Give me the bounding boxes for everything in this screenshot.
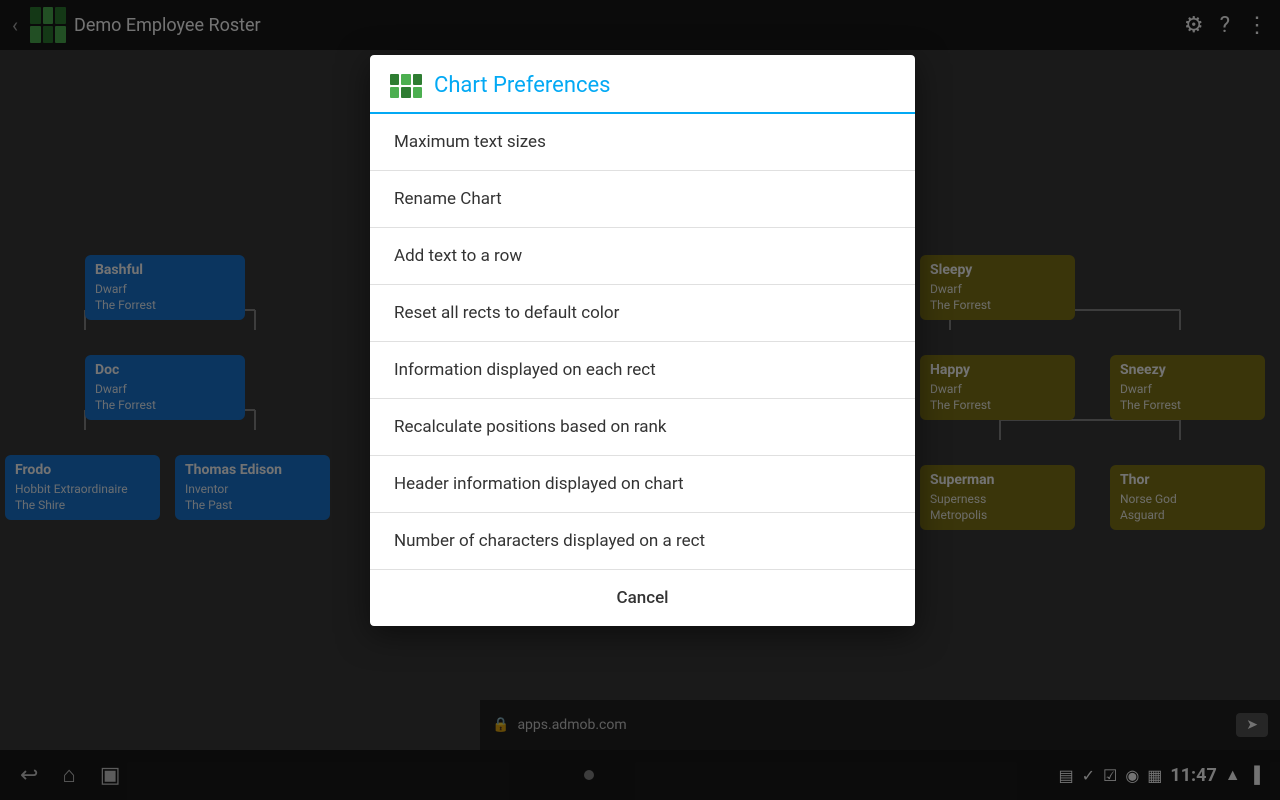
cancel-button[interactable]: Cancel bbox=[370, 570, 915, 626]
menu-item-info-each-rect[interactable]: Information displayed on each rect bbox=[370, 342, 915, 399]
logo-cell bbox=[413, 74, 422, 85]
dialog-list: Maximum text sizes Rename Chart Add text… bbox=[370, 114, 915, 570]
menu-item-num-chars[interactable]: Number of characters displayed on a rect bbox=[370, 513, 915, 570]
dialog-logo bbox=[390, 74, 422, 98]
menu-item-add-text-row[interactable]: Add text to a row bbox=[370, 228, 915, 285]
menu-item-max-text-sizes[interactable]: Maximum text sizes bbox=[370, 114, 915, 171]
dialog-title: Chart Preferences bbox=[434, 73, 611, 98]
logo-cell bbox=[401, 74, 410, 85]
dialog-header: Chart Preferences bbox=[370, 55, 915, 114]
menu-item-reset-colors[interactable]: Reset all rects to default color bbox=[370, 285, 915, 342]
chart-preferences-dialog: Chart Preferences Maximum text sizes Ren… bbox=[370, 55, 915, 626]
logo-cell bbox=[413, 87, 422, 98]
logo-cell bbox=[390, 74, 399, 85]
logo-cell bbox=[401, 87, 410, 98]
menu-item-recalculate[interactable]: Recalculate positions based on rank bbox=[370, 399, 915, 456]
logo-cell bbox=[390, 87, 399, 98]
menu-item-rename-chart[interactable]: Rename Chart bbox=[370, 171, 915, 228]
menu-item-header-info[interactable]: Header information displayed on chart bbox=[370, 456, 915, 513]
